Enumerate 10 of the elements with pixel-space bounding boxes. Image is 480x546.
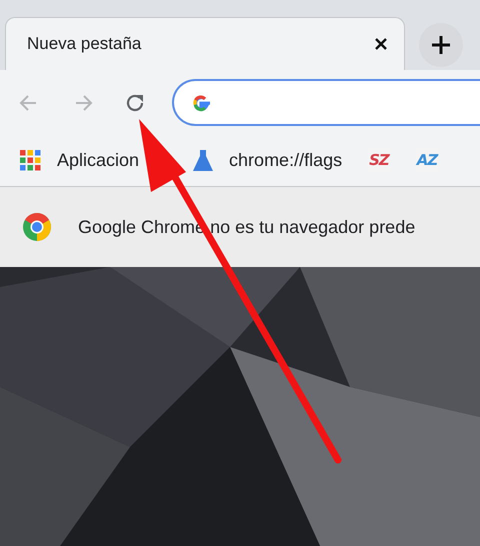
chrome-logo-icon xyxy=(22,212,52,242)
address-bar[interactable] xyxy=(172,79,480,126)
new-tab-button[interactable] xyxy=(419,23,463,67)
browser-tab[interactable]: Nueva pestaña xyxy=(5,17,405,70)
close-icon[interactable] xyxy=(374,37,388,51)
bookmark-item[interactable]: chrome://flags xyxy=(193,147,342,174)
plus-icon xyxy=(431,35,451,55)
apps-grid-icon xyxy=(20,150,41,171)
bookmark-item[interactable]: Aplicacion xyxy=(20,147,140,174)
flask-icon xyxy=(193,150,214,171)
